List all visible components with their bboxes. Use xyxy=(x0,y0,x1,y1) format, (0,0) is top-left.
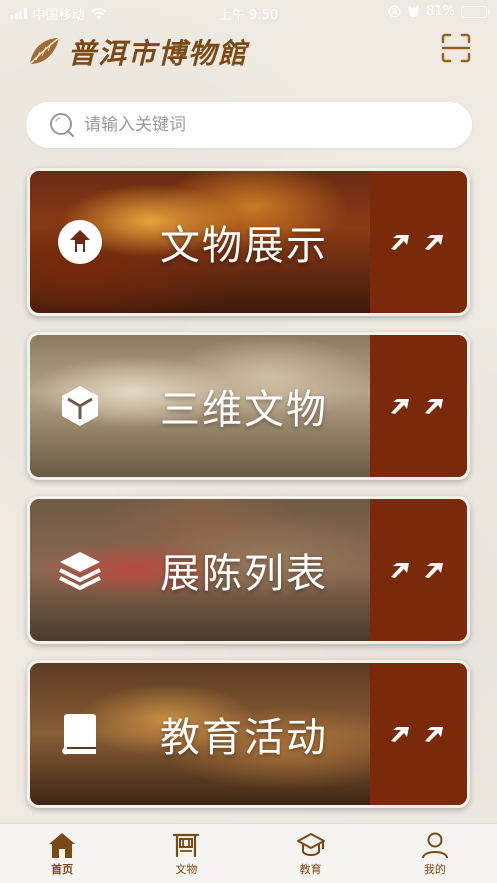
card-title: 文物展示 xyxy=(160,223,328,269)
search-input[interactable] xyxy=(84,115,424,135)
card-education-activities[interactable]: 教育活动 xyxy=(27,660,470,808)
alarm-icon xyxy=(407,5,420,17)
museum-logo: 普洱市博物館 xyxy=(26,32,248,72)
battery-icon xyxy=(461,5,490,18)
app-title: 普洱市博物館 xyxy=(68,37,249,70)
card-artifact-display[interactable]: 文物展示 xyxy=(27,168,470,316)
artifact-tab-icon xyxy=(173,833,200,858)
status-bar: 中国移动 上午 9:50 81% xyxy=(0,0,497,26)
card-title: 教育活动 xyxy=(160,715,328,761)
orientation-lock-icon xyxy=(388,5,401,18)
cube-icon xyxy=(62,386,98,426)
tab-label: 我的 xyxy=(423,863,446,876)
tab-home[interactable]: 首页 xyxy=(0,824,124,883)
battery-percent: 81% xyxy=(426,4,455,19)
layers-icon xyxy=(59,552,101,590)
card-exhibition-list[interactable]: 展陈列表 xyxy=(27,496,470,644)
tab-profile[interactable]: 我的 xyxy=(373,824,497,883)
tab-artifacts[interactable]: 文物 xyxy=(124,824,248,883)
tab-label: 教育 xyxy=(299,863,322,876)
card-3d-artifacts[interactable]: 三维文物 xyxy=(27,332,470,480)
tea-leaf-logo-icon xyxy=(29,37,60,65)
search-bar[interactable] xyxy=(26,102,472,148)
tab-label: 首页 xyxy=(51,863,74,876)
bottom-tab-bar: 首页 文物 教育 我的 xyxy=(0,823,497,883)
artifact-icon xyxy=(58,220,102,264)
card-title: 展陈列表 xyxy=(160,551,328,597)
status-right: 81% xyxy=(388,4,490,19)
double-arrow-icon xyxy=(391,563,443,578)
card-title: 三维文物 xyxy=(160,387,328,433)
double-arrow-icon xyxy=(391,235,443,250)
home-icon xyxy=(49,833,76,858)
double-arrow-icon xyxy=(391,399,443,414)
book-icon xyxy=(62,714,96,755)
scan-icon[interactable] xyxy=(440,32,472,64)
tab-education[interactable]: 教育 xyxy=(249,824,373,883)
search-icon xyxy=(50,113,75,138)
graduation-cap-icon xyxy=(296,833,325,856)
user-icon xyxy=(421,832,448,859)
tab-label: 文物 xyxy=(175,863,198,876)
double-arrow-icon xyxy=(391,727,443,742)
app-header: 普洱市博物館 xyxy=(0,26,497,84)
